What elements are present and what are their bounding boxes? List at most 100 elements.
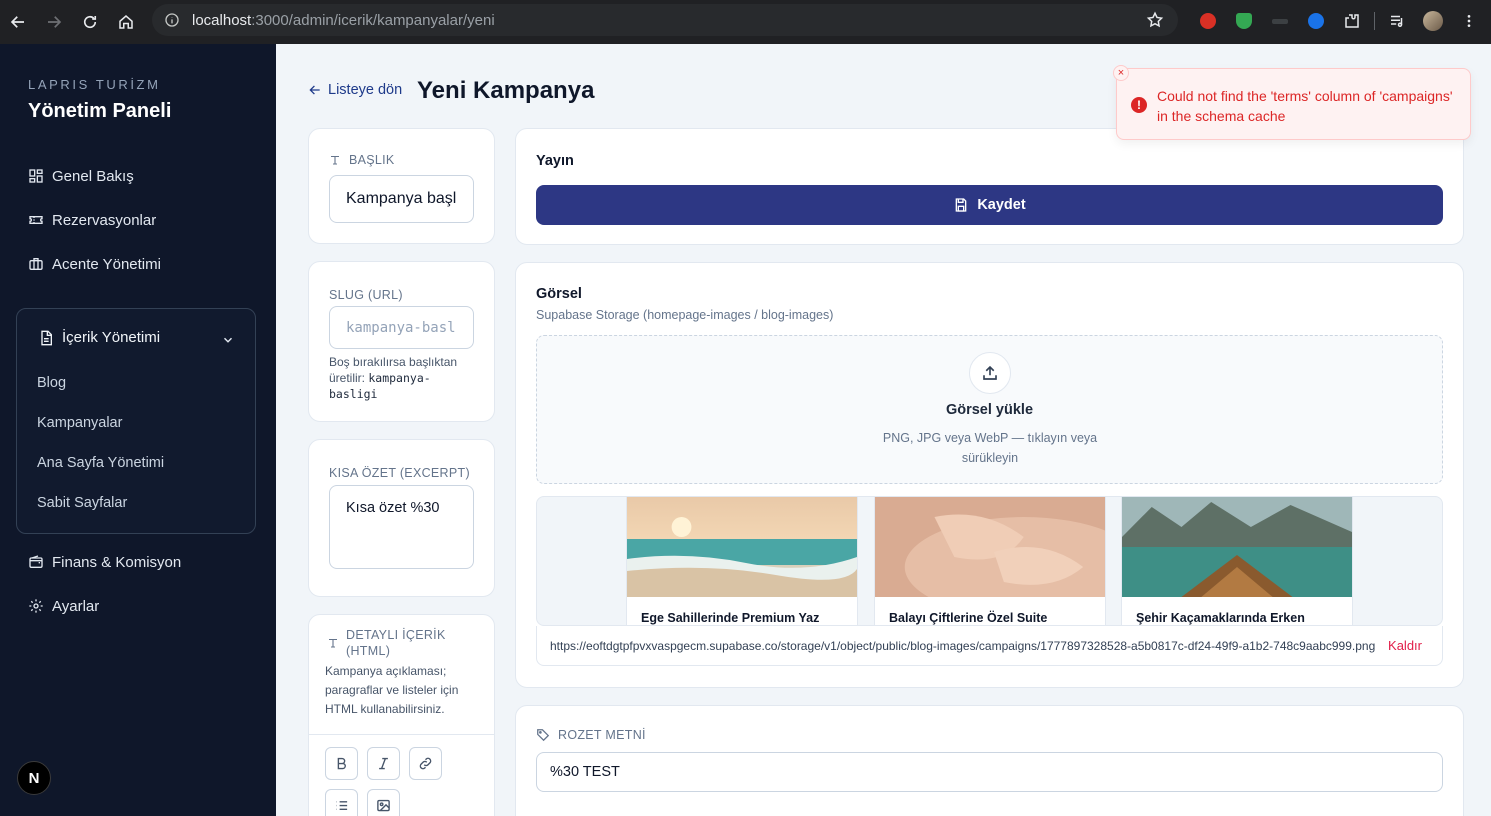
preview-card-title: Balayı Çiftlerine Özel Suite — [889, 611, 1048, 625]
reload-icon[interactable] — [72, 4, 108, 40]
slug-input[interactable]: kampanya-basl — [329, 306, 474, 349]
site-info-icon[interactable] — [164, 12, 180, 28]
error-toast: × ! Could not find the 'terms' column of… — [1113, 65, 1471, 140]
preview-card-title: Ege Sahillerinde Premium Yaz — [641, 611, 820, 625]
title-input[interactable]: Kampanya başl — [329, 175, 474, 223]
divider — [309, 734, 494, 735]
sidebar-group-header[interactable]: İçerik Yönetimi — [38, 329, 160, 346]
shield-extension-icon[interactable] — [1226, 8, 1262, 34]
sidebar-item-label: Rezervasyonlar — [52, 211, 157, 229]
italic-button[interactable] — [367, 747, 400, 780]
save-button[interactable]: Kaydet — [536, 185, 1443, 225]
gear-icon — [29, 599, 43, 613]
excerpt-textarea[interactable]: Kısa özet %30 — [329, 485, 474, 569]
sidebar-group-content: İçerik Yönetimi Blog Kampanyalar Ana Say… — [16, 308, 256, 534]
save-button-label: Kaydet — [977, 197, 1026, 213]
publish-card: Yayın Kaydet — [515, 128, 1464, 245]
back-to-list-link[interactable]: Listeye dön — [308, 82, 402, 98]
upload-dropzone[interactable]: Görsel yükle PNG, JPG veya WebP — tıklay… — [536, 335, 1443, 484]
sidebar-subitem-blog[interactable]: Blog — [37, 375, 66, 391]
sidebar: LAPRIS TURİZM Yönetim Paneli Genel Bakış… — [0, 44, 276, 816]
remove-image-button[interactable]: Kaldır — [1388, 638, 1422, 653]
url-host: localhost — [192, 11, 252, 29]
forward-arrow-icon[interactable] — [36, 4, 72, 40]
link-icon — [419, 757, 432, 770]
image-url-row: https://eoftdgtpfpvxvaspgecm.supabase.co… — [536, 626, 1443, 666]
dark-extension-icon[interactable] — [1262, 8, 1298, 34]
bookmark-star-icon[interactable] — [1146, 11, 1164, 29]
preview-card: Şehir Kaçamaklarında Erken — [1121, 497, 1353, 625]
excerpt-field-label: KISA ÖZET (EXCERPT) — [329, 466, 470, 480]
image-card-subtitle: Supabase Storage (homepage-images / blog… — [536, 308, 834, 322]
dashboard-icon — [29, 169, 43, 183]
beach-image — [627, 497, 857, 597]
badge-field-label: ROZET METNİ — [536, 728, 646, 742]
bold-button[interactable] — [325, 747, 358, 780]
sidebar-subitem-static-pages[interactable]: Sabit Sayfalar — [37, 495, 127, 511]
back-link-label: Listeye dön — [328, 82, 403, 98]
badge-input[interactable]: %30 TEST — [536, 752, 1443, 792]
sidebar-item-label: Ayarlar — [52, 597, 100, 615]
image-icon — [377, 799, 390, 812]
sidebar-item-agencies[interactable]: Acente Yönetimi — [28, 252, 161, 276]
adblock-extension-icon[interactable] — [1190, 8, 1226, 34]
sidebar-group-label: İçerik Yönetimi — [62, 329, 161, 346]
page-title: Yeni Kampanya — [417, 77, 595, 104]
sidebar-item-label: Genel Bakış — [52, 167, 134, 185]
home-icon[interactable] — [108, 4, 144, 40]
url-path: :3000/admin/icerik/kampanyalar/yeni — [251, 11, 495, 29]
toolbar-separator — [1374, 12, 1375, 30]
save-icon — [955, 198, 967, 212]
ticket-icon — [29, 216, 43, 224]
badge-card: ROZET METNİ %30 TEST — [515, 705, 1464, 816]
address-bar[interactable]: localhost:3000/admin/icerik/kampanyalar/… — [152, 4, 1178, 36]
wallet-icon — [29, 555, 43, 568]
link-button[interactable] — [409, 747, 442, 780]
content-help-text: Kampanya açıklaması; paragraflar ve list… — [325, 664, 459, 716]
download-extension-icon[interactable] — [1298, 8, 1334, 34]
image-card: Görsel Supabase Storage (homepage-images… — [515, 262, 1464, 688]
image-button[interactable] — [367, 789, 400, 816]
upload-title: Görsel yükle — [945, 402, 1034, 418]
sidebar-item-reservations[interactable]: Rezervasyonlar — [28, 208, 156, 232]
image-card-title: Görsel — [536, 286, 582, 302]
preview-card: Ege Sahillerinde Premium Yaz — [626, 497, 858, 625]
badge-label-text: ROZET METNİ — [558, 728, 646, 742]
error-icon: ! — [1131, 97, 1147, 113]
profile-avatar[interactable] — [1415, 8, 1451, 34]
chevron-down-icon[interactable] — [221, 333, 235, 347]
arrow-left-icon — [309, 85, 320, 95]
media-controls-icon[interactable] — [1379, 8, 1415, 34]
text-type-icon — [327, 629, 345, 654]
slug-help-text: Boş bırakılırsa başlıktan üretilir: kamp… — [329, 354, 474, 402]
brand-subtitle: LAPRIS TURİZM — [28, 77, 161, 92]
sidebar-subitem-campaigns[interactable]: Kampanyalar — [37, 415, 122, 431]
kebab-menu-icon[interactable] — [1451, 8, 1487, 34]
upload-icon — [969, 352, 1011, 394]
text-type-icon — [331, 155, 339, 165]
browser-toolbar: localhost:3000/admin/icerik/kampanyalar/… — [0, 0, 1491, 44]
sidebar-subitem-homepage[interactable]: Ana Sayfa Yönetimi — [37, 455, 164, 471]
italic-icon — [379, 757, 388, 770]
preview-card: Balayı Çiftlerine Özel Suite — [874, 497, 1106, 625]
image-preview: Ege Sahillerinde Premium Yaz Balayı Çift… — [536, 496, 1443, 626]
back-arrow-icon[interactable] — [0, 4, 36, 40]
content-field-label: DETAYLI İÇERİK (HTML) — [346, 628, 446, 658]
main-content: Listeye dön Yeni Kampanya BAŞLIK Kampany… — [276, 44, 1491, 816]
close-icon[interactable]: × — [1113, 65, 1129, 81]
extensions-area — [1190, 8, 1487, 34]
briefcase-icon — [29, 258, 43, 270]
document-icon — [41, 330, 52, 345]
title-field-label: BAŞLIK — [329, 153, 395, 167]
massage-image — [875, 497, 1105, 617]
sidebar-item-label: Acente Yönetimi — [52, 255, 161, 273]
list-button[interactable] — [325, 789, 358, 816]
slug-field-label: SLUG (URL) — [329, 288, 403, 302]
excerpt-card: KISA ÖZET (EXCERPT) Kısa özet %30 — [308, 439, 495, 597]
sidebar-item-label: Finans & Komisyon — [52, 553, 182, 571]
puzzle-extensions-icon[interactable] — [1334, 8, 1370, 34]
sidebar-item-overview[interactable]: Genel Bakış — [28, 164, 134, 188]
nextjs-dev-badge[interactable]: N — [17, 761, 51, 795]
sidebar-item-settings[interactable]: Ayarlar — [28, 594, 99, 618]
sidebar-item-finance[interactable]: Finans & Komisyon — [28, 550, 181, 574]
